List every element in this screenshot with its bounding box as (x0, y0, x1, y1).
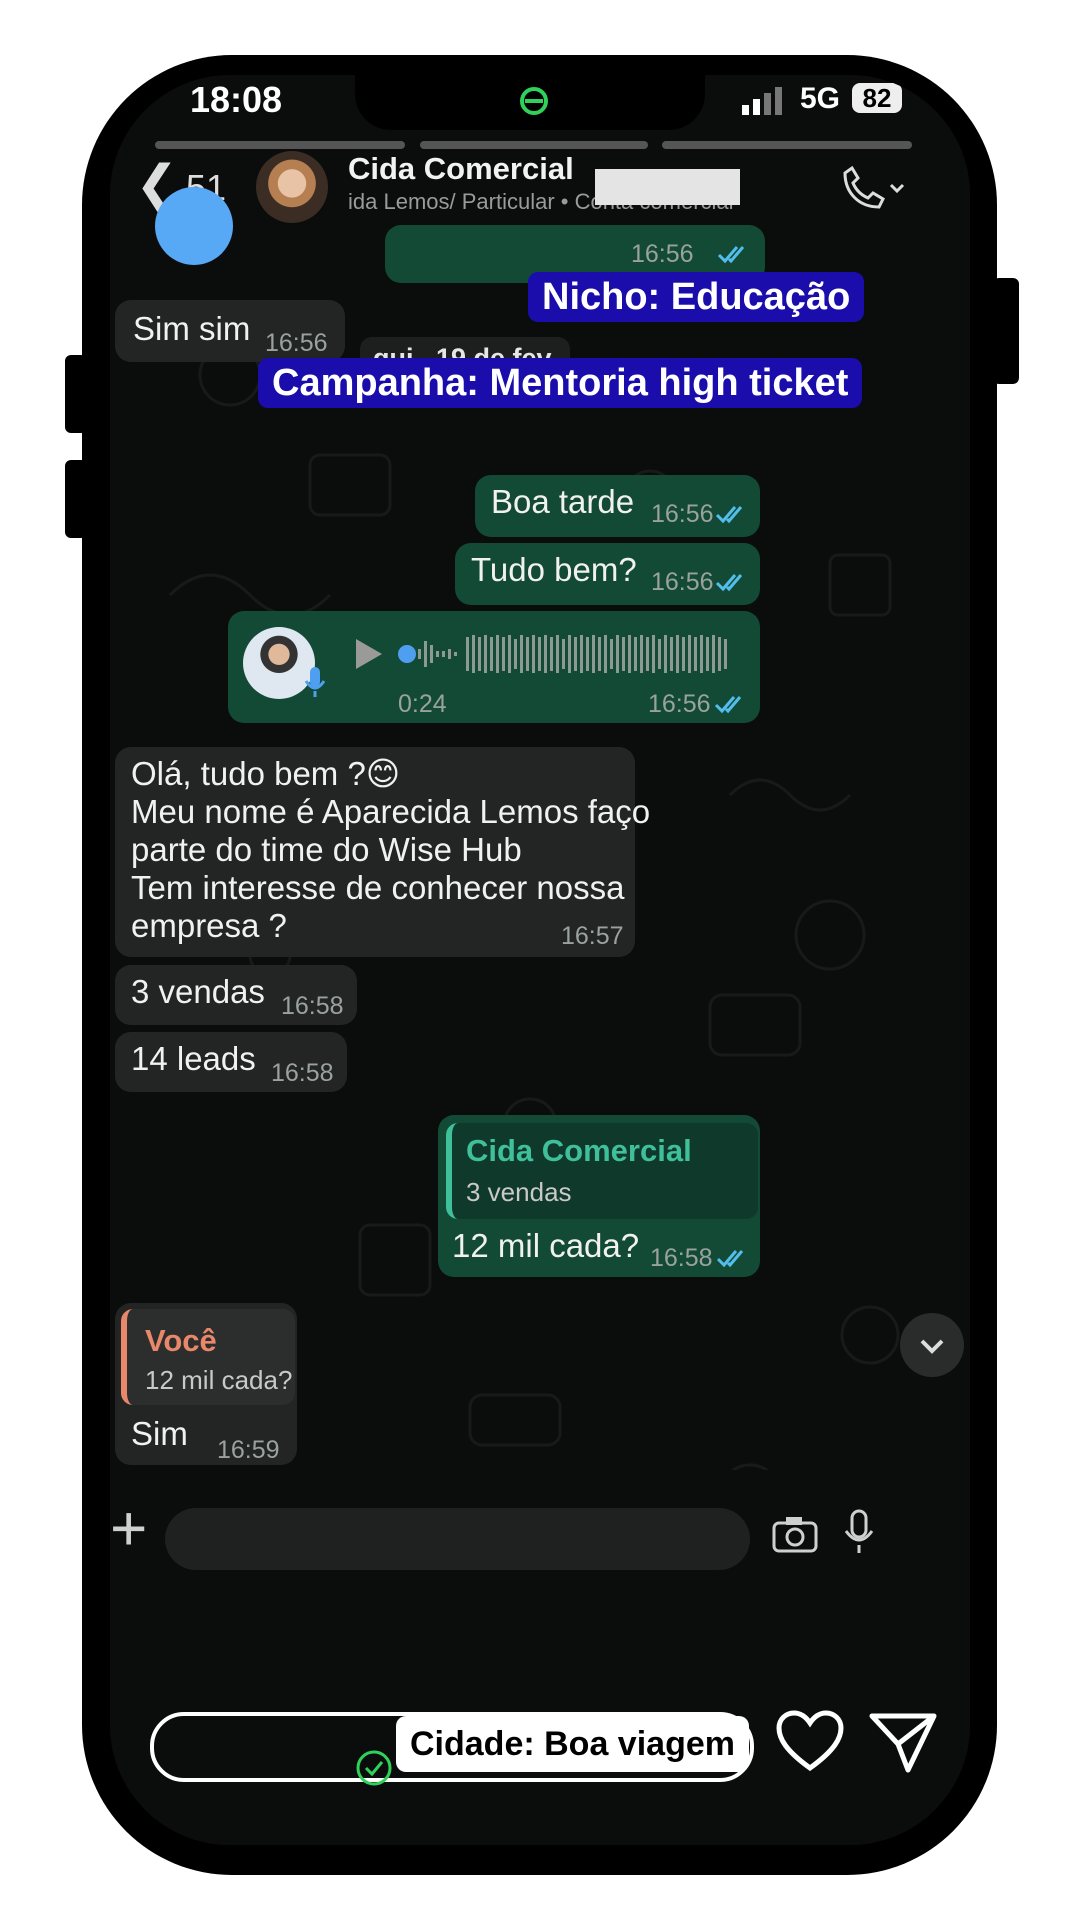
app-activity-icon (520, 87, 548, 115)
message-text: 14 leads (131, 1040, 256, 1077)
mic-icon[interactable] (842, 1509, 876, 1555)
message-time: 16:58 (281, 992, 344, 1020)
double-check-icon (714, 696, 742, 714)
double-check-icon (716, 1250, 744, 1268)
message-out-reply[interactable]: Cida Comercial 3 vendas 12 mil cada? 16:… (438, 1115, 760, 1277)
message-in-sim-sim[interactable]: Sim sim 16:56 (115, 300, 345, 362)
message-in-leads[interactable]: 14 leads 16:58 (115, 1032, 347, 1092)
message-time: 16:56 (631, 240, 694, 268)
quoted-text: 12 mil cada? (145, 1365, 293, 1395)
quoted-message[interactable]: Você 12 mil cada? (121, 1309, 295, 1405)
message-text: Sim sim (133, 310, 251, 347)
story-bar-1 (155, 141, 405, 149)
message-line-5: empresa ? (131, 907, 287, 944)
double-check-icon (717, 246, 745, 264)
signal-icon (742, 87, 782, 115)
voice-duration: 0:24 (398, 690, 447, 718)
niche-tag: Nicho: Educação (528, 272, 865, 322)
send-icon[interactable] (868, 1710, 938, 1774)
message-time: 16:59 (217, 1436, 280, 1464)
chevron-down-icon (920, 1339, 944, 1354)
message-time: 16:58 (650, 1244, 713, 1272)
camera-icon[interactable] (770, 1515, 820, 1555)
message-text: Tudo bem? (471, 551, 637, 588)
message-in-reply[interactable]: Você 12 mil cada? Sim 16:59 (115, 1303, 297, 1465)
message-time: 16:56 (265, 329, 328, 357)
message-input[interactable] (165, 1508, 750, 1570)
dynamic-island (355, 75, 705, 130)
touch-indicator (155, 187, 233, 265)
message-out-boa-tarde[interactable]: Boa tarde 16:56 (475, 475, 760, 537)
contact-avatar[interactable] (256, 151, 328, 223)
quoted-message[interactable]: Cida Comercial 3 vendas (446, 1123, 758, 1219)
contact-name[interactable]: Cida Comercial (348, 149, 574, 189)
mic-icon (304, 667, 326, 697)
message-text: 3 vendas (131, 973, 265, 1010)
message-time: 16:56 (651, 500, 714, 528)
message-text: Sim (131, 1415, 188, 1452)
chat-screen: 18:08 5G 82 ❮ 51 Cida Comercial ida Lemo… (110, 75, 970, 1845)
redaction-box (595, 169, 740, 205)
story-bar-3 (662, 141, 912, 149)
story-bar-2 (420, 141, 648, 149)
campaign-tag: Campanha: Mentoria high ticket (258, 358, 863, 408)
network-label: 5G (800, 82, 841, 115)
message-text: 12 mil cada? (452, 1227, 640, 1264)
double-check-icon (715, 574, 743, 592)
message-time: 16:56 (648, 690, 711, 718)
battery-indicator: 82 (852, 83, 902, 113)
message-time: 16:57 (561, 922, 624, 950)
quoted-sender: Você (145, 1323, 217, 1358)
city-tag: Cidade: Boa viagem (396, 1716, 749, 1772)
scroll-to-bottom-button[interactable] (900, 1313, 964, 1377)
voice-waveform[interactable] (414, 631, 734, 677)
voice-message[interactable]: 0:24 16:56 (228, 611, 760, 723)
message-time: 16:58 (271, 1059, 334, 1087)
plus-icon[interactable]: + (110, 1493, 147, 1563)
double-check-icon (715, 506, 743, 524)
check-circle-icon (356, 1750, 392, 1786)
message-time: 16:56 (651, 568, 714, 596)
message-in-intro[interactable]: Olá, tudo bem ?😊 Meu nome é Aparecida Le… (115, 747, 650, 957)
status-time: 18:08 (190, 79, 283, 120)
quoted-sender: Cida Comercial (466, 1133, 692, 1168)
message-text: Boa tarde (491, 483, 635, 520)
message-in-vendas[interactable]: 3 vendas 16:58 (115, 965, 357, 1025)
quoted-text: 3 vendas (466, 1177, 572, 1207)
message-out-tudo-bem[interactable]: Tudo bem? 16:56 (455, 543, 760, 605)
phone-call-icon[interactable] (835, 165, 911, 215)
heart-icon[interactable] (775, 1710, 845, 1774)
play-icon[interactable] (352, 637, 384, 671)
